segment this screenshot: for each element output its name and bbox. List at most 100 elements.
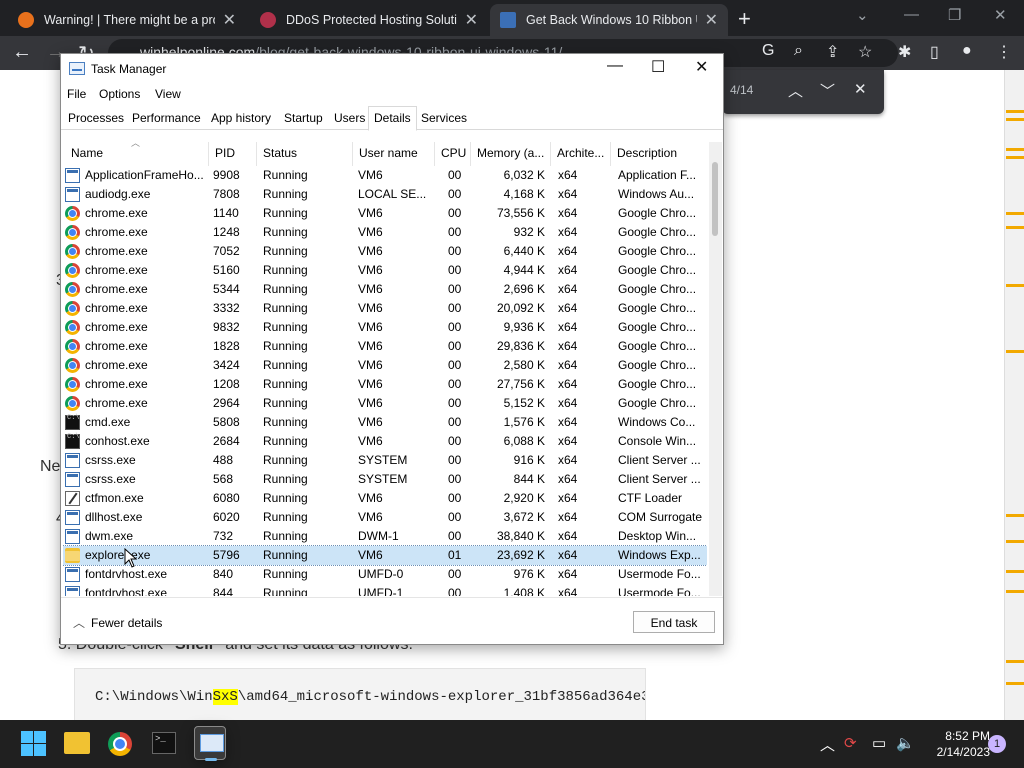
close-tab-icon[interactable]: ✕ — [705, 10, 718, 30]
table-row[interactable]: dwm.exe 732 Running DWM-1 00 38,840 K x64 Deskt… — [63, 527, 707, 546]
table-row[interactable]: chrome.exe 3424 Running VM6 00 2,580 K x64 Goog… — [63, 356, 707, 375]
table-row[interactable]: chrome.exe 3332 Running VM6 00 20,092 K x64 Goo… — [63, 299, 707, 318]
show-hidden-icons-chevron-icon[interactable]: ︿ — [820, 734, 835, 755]
tab-services[interactable]: Services — [416, 109, 472, 130]
tab-startup[interactable]: Startup — [279, 109, 328, 130]
cell-name: chrome.exe — [85, 377, 148, 391]
end-task-button[interactable]: End task — [633, 611, 715, 633]
browser-tab-1[interactable]: Warning! | There might be a problem ✕ — [8, 4, 246, 36]
close-tab-icon[interactable]: ✕ — [223, 10, 236, 30]
google-lens-icon[interactable]: G — [762, 42, 774, 60]
table-row[interactable]: chrome.exe 1208 Running VM6 00 27,756 K x64 Goo… — [63, 375, 707, 394]
table-row[interactable]: chrome.exe 1248 Running VM6 00 932 K x64 Google… — [63, 223, 707, 242]
tab-performance[interactable]: Performance — [127, 109, 206, 130]
task-manager-taskbar-icon[interactable] — [194, 726, 226, 761]
table-scrollbar[interactable] — [709, 142, 722, 596]
cell-pid: 488 — [213, 453, 234, 467]
page-scrollbar[interactable] — [1004, 70, 1024, 720]
menu-options[interactable]: Options — [99, 87, 140, 101]
table-row[interactable]: chrome.exe 1140 Running VM6 00 73,556 K x64 Goo… — [63, 204, 707, 223]
title-bar[interactable]: Task Manager — ☐ ✕ — [61, 54, 723, 84]
volume-icon[interactable]: 🔈 — [896, 734, 915, 752]
clock[interactable]: 8:52 PM 2/14/2023 — [920, 728, 990, 760]
fewer-details-button[interactable]: ︿ Fewer details — [73, 614, 162, 631]
table-row[interactable]: fontdrvhost.exe 844 Running UMFD-1 00 1,408 K… — [63, 584, 707, 596]
tab-search-chevron-icon[interactable]: ⌄ — [856, 6, 869, 24]
find-match-marker — [1006, 110, 1024, 113]
column-header-pid[interactable]: PID — [209, 142, 257, 166]
page-search-icon[interactable]: ⌕ — [794, 42, 803, 60]
find-close-icon[interactable]: ✕ — [854, 80, 867, 98]
table-row[interactable]: explorer.exe 5796 Running VM6 01 23,692 Kx64 W… — [63, 545, 707, 566]
find-next-icon[interactable]: ﹀ — [820, 80, 835, 101]
cell-arch: x64 — [558, 168, 578, 182]
cell-arch: x64 — [558, 206, 578, 220]
column-header-user[interactable]: User name — [353, 142, 435, 166]
cell-status: Running — [263, 282, 308, 296]
share-icon[interactable]: ⇪ — [826, 42, 839, 62]
tab-details[interactable]: Details — [368, 106, 417, 131]
table-row[interactable]: chrome.exe 5160 Running VM6 00 4,944 K x64 Goog… — [63, 261, 707, 280]
profile-icon[interactable]: ● — [962, 42, 972, 60]
minimize-icon[interactable]: — — [607, 57, 623, 75]
cell-pid: 1828 — [213, 339, 240, 353]
table-row[interactable]: csrss.exe 488 Running SYSTEM 00 916 K x64 Clien… — [63, 451, 707, 470]
table-row[interactable]: dllhost.exe 6020 Running VM6 00 3,672 K x64 COM… — [63, 508, 707, 527]
column-header-description[interactable]: Description — [611, 142, 707, 166]
extensions-icon[interactable]: ✱ — [898, 42, 911, 62]
table-row[interactable]: chrome.exe 1828 Running VM6 00 29,836 K x64 Goo… — [63, 337, 707, 356]
new-tab-button[interactable]: + — [738, 6, 751, 32]
cell-user: VM6 — [358, 396, 383, 410]
tab-processes[interactable]: Processes — [63, 109, 129, 130]
table-row[interactable]: audiodg.exe 7808 Running LOCAL SE... 00 4,168… — [63, 185, 707, 204]
side-panel-icon[interactable]: ▯ — [930, 42, 939, 62]
tab-app-history[interactable]: App history — [206, 109, 276, 130]
find-match-marker — [1006, 590, 1024, 593]
table-row[interactable]: cmd.exe 5808 Running VM6 00 1,576 K x64 Windows… — [63, 413, 707, 432]
scrollbar-thumb[interactable] — [712, 162, 718, 236]
cell-desc: Google Chro... — [618, 377, 697, 391]
table-row[interactable]: chrome.exe 2964 Running VM6 00 5,152 K x64 Goog… — [63, 394, 707, 413]
start-button[interactable] — [20, 730, 48, 758]
terminal-icon[interactable]: >_ — [152, 732, 176, 754]
minimize-icon[interactable]: — — [904, 6, 919, 23]
column-header-status[interactable]: Status — [257, 142, 353, 166]
browser-tab-2[interactable]: DDoS Protected Hosting Solutions ✕ — [250, 4, 488, 36]
table-row[interactable]: chrome.exe 9832 Running VM6 00 9,936 K x64 Goog… — [63, 318, 707, 337]
bookmark-star-icon[interactable]: ☆ — [858, 42, 872, 62]
cell-desc: Usermode Fo... — [618, 567, 701, 581]
restore-icon[interactable]: ❐ — [948, 6, 961, 24]
column-header-cpu[interactable]: CPU — [435, 142, 471, 166]
find-previous-icon[interactable]: ︿ — [788, 80, 803, 101]
browser-tab-3-active[interactable]: Get Back Windows 10 Ribbon UI ✕ — [490, 4, 728, 36]
file-explorer-icon[interactable] — [64, 732, 90, 754]
cell-cpu: 00 — [448, 206, 462, 220]
cell-desc: Google Chro... — [618, 225, 697, 239]
column-header-architecture[interactable]: Archite... — [551, 142, 611, 166]
table-row[interactable]: fontdrvhost.exe 840 Running UMFD-0 00 976 Kx6… — [63, 565, 707, 584]
tab-users[interactable]: Users — [329, 109, 370, 130]
table-row[interactable]: ctfmon.exe 6080 Running VM6 00 2,920 K x64 CTF … — [63, 489, 707, 508]
maximize-icon[interactable]: ☐ — [651, 57, 665, 77]
cell-status: Running — [263, 491, 308, 505]
table-row[interactable]: chrome.exe 7052 Running VM6 00 6,440 K x64 Goog… — [63, 242, 707, 261]
sync-error-icon[interactable]: ⟳ — [844, 734, 857, 752]
close-icon[interactable]: ✕ — [695, 57, 708, 77]
notification-badge[interactable]: 1 — [988, 735, 1006, 753]
close-tab-icon[interactable]: ✕ — [465, 10, 478, 30]
column-header-name[interactable]: Name ︿ — [65, 142, 209, 166]
column-header-memory[interactable]: Memory (a... — [471, 142, 551, 166]
cell-pid: 1248 — [213, 225, 240, 239]
chrome-icon[interactable] — [108, 732, 132, 756]
table-row[interactable]: chrome.exe 5344 Running VM6 00 2,696 K x64 Goog… — [63, 280, 707, 299]
menu-view[interactable]: View — [155, 87, 181, 101]
table-row[interactable]: conhost.exe 2684 Running VM6 00 6,088 K x64 Con… — [63, 432, 707, 451]
table-row[interactable]: ApplicationFrameHo... 9908 Running VM6 00 6,0… — [63, 166, 707, 185]
close-window-icon[interactable]: ✕ — [994, 6, 1007, 24]
network-icon[interactable]: ▭ — [872, 734, 886, 752]
table-row[interactable]: csrss.exe 568 Running SYSTEM 00 844 K x64 Clien… — [63, 470, 707, 489]
cell-status: Running — [263, 206, 308, 220]
menu-kebab-icon[interactable]: ⋮ — [996, 42, 1012, 62]
menu-file[interactable]: File — [67, 87, 86, 101]
back-icon[interactable]: ← — [12, 41, 32, 64]
